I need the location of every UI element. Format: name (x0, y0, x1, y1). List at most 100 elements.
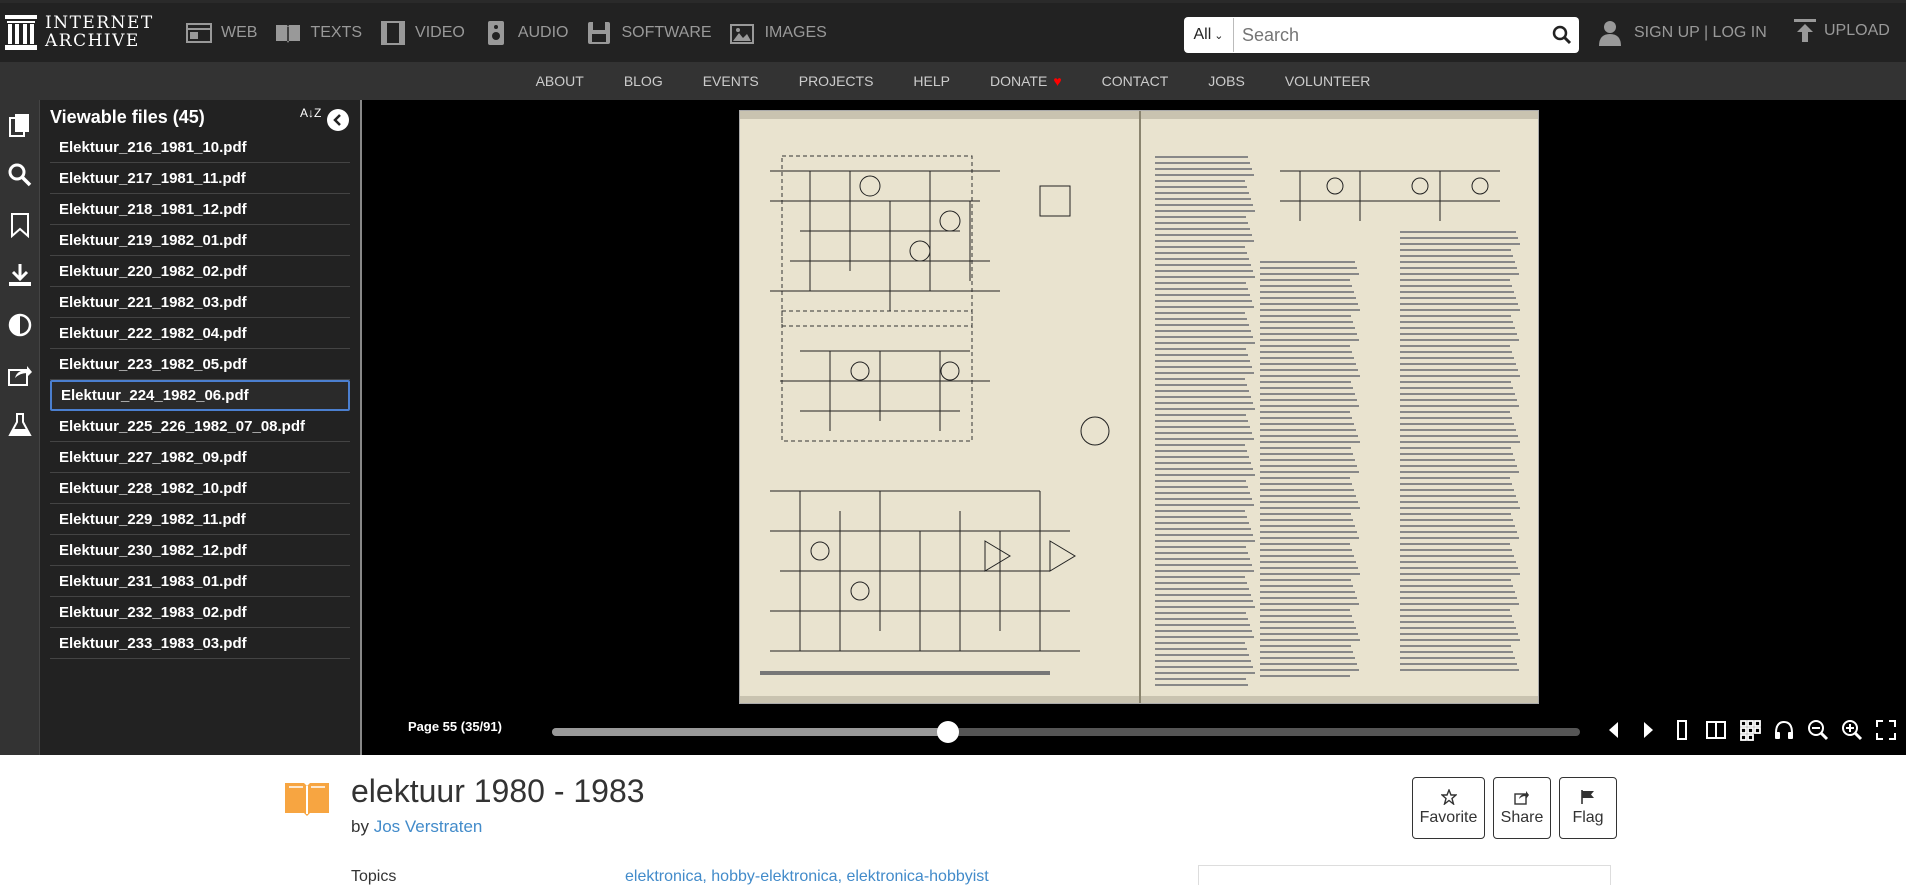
nav-audio[interactable]: AUDIO (482, 17, 579, 49)
bookmarks-button[interactable] (0, 200, 40, 250)
subnav-projects[interactable]: PROJECTS (799, 73, 874, 89)
read-aloud-icon (1775, 720, 1793, 739)
subnav-blog[interactable]: BLOG (624, 73, 663, 89)
file-list-item[interactable]: Elektuur_227_1982_09.pdf (50, 442, 350, 473)
file-list-item[interactable]: Elektuur_219_1982_01.pdf (50, 225, 350, 256)
flag-button[interactable]: Flag (1559, 777, 1617, 839)
account-area: SIGN UP | LOG IN (1598, 19, 1767, 47)
subnav-help[interactable]: HELP (913, 73, 950, 89)
zoom-out-icon (1808, 720, 1829, 741)
search-scope-select[interactable]: All ⌄ (1184, 18, 1234, 52)
bookmark-icon (11, 213, 29, 238)
book-page-spread[interactable] (739, 110, 1539, 704)
prev-page-button[interactable] (1602, 718, 1626, 742)
page-slider-handle[interactable] (936, 721, 959, 743)
zoom-in-button[interactable] (1840, 718, 1864, 742)
subnav-donate-label: DONATE (990, 73, 1048, 89)
author-link[interactable]: Jos Verstraten (374, 817, 483, 836)
search-button[interactable] (1545, 18, 1579, 52)
heart-icon: ♥ (1053, 73, 1062, 89)
book-reader: Viewable files (45) A↓Z Elektuur_216_198… (0, 100, 1906, 755)
file-list-item[interactable]: Elektuur_231_1983_01.pdf (50, 566, 350, 597)
share-item-button[interactable]: Share (1493, 777, 1551, 839)
file-list-item[interactable]: Elektuur_222_1982_04.pdf (50, 318, 350, 349)
subnav-events[interactable]: EVENTS (703, 73, 759, 89)
internet-archive-logo[interactable]: INTERNET ARCHIVE (5, 13, 154, 51)
subnav-donate[interactable]: DONATE ♥ (990, 73, 1062, 89)
secondary-navigation: ABOUT BLOG EVENTS PROJECTS HELP DONATE ♥… (0, 62, 1906, 100)
nav-web[interactable]: WEB (185, 17, 267, 49)
file-list-item[interactable]: Elektuur_221_1982_03.pdf (50, 287, 350, 318)
file-list-item[interactable]: Elektuur_216_1981_10.pdf (50, 132, 350, 163)
one-page-view-button[interactable] (1670, 718, 1694, 742)
share-icon (8, 366, 32, 386)
reader-controls: Page 55 (35/91) (362, 704, 1906, 755)
file-list-item[interactable]: Elektuur_229_1982_11.pdf (50, 504, 350, 535)
file-list: Elektuur_216_1981_10.pdf Elektuur_217_198… (50, 132, 350, 659)
video-icon (381, 21, 406, 45)
experiments-button[interactable] (0, 400, 40, 450)
file-list-item[interactable]: Elektuur_224_1982_06.pdf (50, 380, 350, 411)
subnav-volunteer[interactable]: VOLUNTEER (1285, 73, 1371, 89)
read-aloud-button[interactable] (1772, 718, 1796, 742)
file-list-item[interactable]: Elektuur_223_1982_05.pdf (50, 349, 350, 380)
nav-texts-label: TEXTS (310, 24, 363, 41)
subnav-about[interactable]: ABOUT (536, 73, 584, 89)
file-list-item[interactable]: Elektuur_232_1983_02.pdf (50, 597, 350, 628)
file-list-item[interactable]: Elektuur_225_226_1982_07_08.pdf (50, 411, 350, 442)
page-slider[interactable] (552, 721, 1580, 743)
nav-texts[interactable]: TEXTS (274, 17, 372, 49)
downloads-button[interactable] (0, 250, 40, 300)
file-list-item[interactable]: Elektuur_220_1982_02.pdf (50, 256, 350, 287)
search-input[interactable] (1234, 18, 1545, 52)
sort-button[interactable]: A↓Z (300, 106, 321, 120)
texts-icon (276, 25, 301, 43)
file-list-item[interactable]: Elektuur_233_1983_03.pdf (50, 628, 350, 659)
search-icon (8, 163, 32, 187)
search-icon (1552, 25, 1572, 45)
subnav-jobs[interactable]: JOBS (1208, 73, 1245, 89)
zoom-out-button[interactable] (1806, 718, 1830, 742)
file-list-item[interactable]: Elektuur_217_1981_11.pdf (50, 163, 350, 194)
signup-login-link[interactable]: SIGN UP | LOG IN (1634, 24, 1767, 42)
two-page-view-button[interactable] (1704, 718, 1728, 742)
flask-icon (8, 413, 32, 436)
one-page-view-icon (1677, 720, 1687, 740)
scanned-page-image (740, 111, 1538, 703)
item-byline: by Jos Verstraten (351, 817, 482, 837)
fullscreen-button[interactable] (1874, 718, 1898, 742)
favorite-button[interactable]: Favorite (1412, 777, 1485, 839)
file-list-item[interactable]: Elektuur_228_1982_10.pdf (50, 473, 350, 504)
visual-adjustments-button[interactable] (0, 300, 40, 350)
file-list-item[interactable]: Elektuur_218_1981_12.pdf (50, 194, 350, 225)
viewable-files-button[interactable] (0, 100, 40, 150)
nav-images[interactable]: IMAGES (729, 17, 837, 49)
nav-software[interactable]: SOFTWARE (585, 17, 721, 49)
temple-logo-icon (5, 15, 37, 50)
flag-icon (1581, 790, 1594, 804)
nav-video[interactable]: VIDEO (379, 17, 475, 49)
contrast-icon (8, 313, 32, 337)
topics-label: Topics (351, 868, 397, 885)
software-icon (588, 22, 611, 44)
user-icon (1599, 21, 1621, 46)
share-button[interactable] (0, 350, 40, 400)
nav-audio-label: AUDIO (517, 24, 569, 41)
upload-icon (1794, 19, 1816, 42)
topics-links[interactable]: elektronica, hobby-elektronica, elektron… (625, 868, 989, 886)
subnav-contact[interactable]: CONTACT (1102, 73, 1169, 89)
nav-video-label: VIDEO (415, 24, 465, 41)
upload-link[interactable]: UPLOAD (1794, 19, 1890, 43)
two-page-view-icon (1706, 721, 1726, 739)
collapse-panel-button[interactable] (327, 109, 349, 131)
viewable-files-panel: Viewable files (45) A↓Z Elektuur_216_198… (40, 100, 362, 755)
file-list-item[interactable]: Elektuur_230_1982_12.pdf (50, 535, 350, 566)
flag-label: Flag (1572, 809, 1604, 826)
files-icon (9, 114, 29, 137)
thumbnail-view-button[interactable] (1738, 718, 1762, 742)
star-icon (1440, 789, 1457, 805)
next-page-button[interactable] (1636, 718, 1660, 742)
next-page-icon (1644, 722, 1653, 738)
search-inside-button[interactable] (0, 150, 40, 200)
top-navigation-bar: INTERNET ARCHIVE WEB TEXTS VIDEO AUDIO S… (0, 0, 1906, 62)
